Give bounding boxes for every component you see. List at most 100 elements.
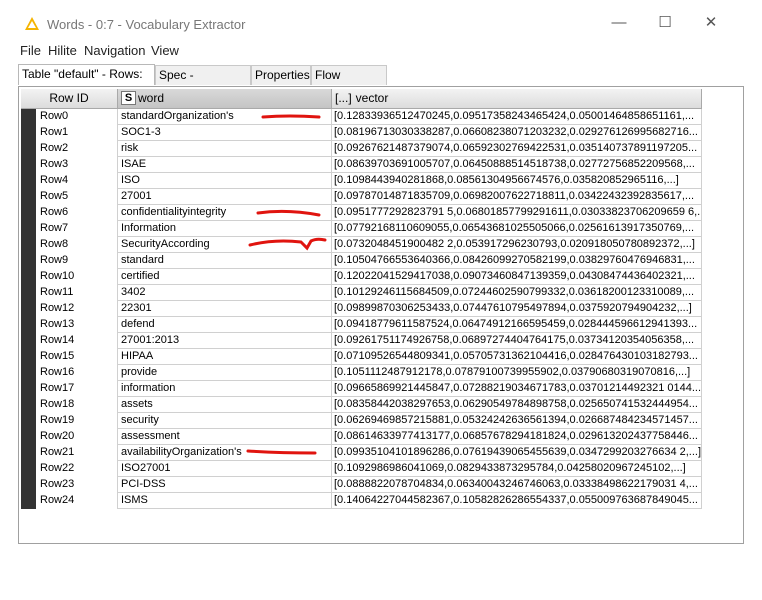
word-cell[interactable]: information — [118, 381, 332, 397]
vector-cell[interactable]: [0.08614633977413177,0.06857678294181824… — [332, 429, 702, 445]
vector-cell[interactable]: [0.07792168110609055,0.06543681025505066… — [332, 221, 702, 237]
vector-cell[interactable]: [0.1098443940281868,0.08561304956674576,… — [332, 173, 702, 189]
row-id-cell[interactable]: Row3 — [37, 157, 118, 173]
row-id-cell[interactable]: Row12 — [37, 301, 118, 317]
word-cell[interactable]: PCI-DSS — [118, 477, 332, 493]
row-id-cell[interactable]: Row23 — [37, 477, 118, 493]
table-row[interactable]: Row19 security [0.06269469857215881,0.0532… — [21, 413, 702, 429]
table-row[interactable]: Row3 ISAE [0.08639703691005707,0.064508885… — [21, 157, 702, 173]
word-cell[interactable]: HIPAA — [118, 349, 332, 365]
menu-file[interactable]: File — [20, 43, 41, 58]
vector-cell[interactable]: [0.09267621487379074,0.06592302769422531… — [332, 141, 702, 157]
vector-cell[interactable]: [0.1092986986041069,0.0829433873295784,0… — [332, 461, 702, 477]
table-row[interactable]: Row7 Information [0.07792168110609055,0.06… — [21, 221, 702, 237]
table-row[interactable]: Row22 ISO27001 [0.1092986986041069,0.08294… — [21, 461, 702, 477]
vector-cell[interactable]: [0.1051112487912178,0.07879100739955902,… — [332, 365, 702, 381]
word-cell[interactable]: standard — [118, 253, 332, 269]
word-cell[interactable]: confidentialityintegrity — [118, 205, 332, 221]
row-id-cell[interactable]: Row6 — [37, 205, 118, 221]
row-id-cell[interactable]: Row0 — [37, 109, 118, 125]
vector-cell[interactable]: [0.07109526544809341,0.05705731362104416… — [332, 349, 702, 365]
word-cell[interactable]: ISO27001 — [118, 461, 332, 477]
word-cell[interactable]: 27001:2013 — [118, 333, 332, 349]
word-cell[interactable]: standardOrganization's — [118, 109, 332, 125]
row-id-cell[interactable]: Row17 — [37, 381, 118, 397]
tab-flow-variables[interactable]: Flow Variables — [311, 65, 387, 100]
row-id-cell[interactable]: Row4 — [37, 173, 118, 189]
table-row[interactable]: Row17 information [0.09665869921445847,0.0… — [21, 381, 702, 397]
tab-table[interactable]: Table "default" - Rows: 25 — [18, 64, 155, 99]
vector-cell[interactable]: [0.0888822078704834,0.06340043246746063,… — [332, 477, 702, 493]
row-id-cell[interactable]: Row16 — [37, 365, 118, 381]
word-cell[interactable]: Information — [118, 221, 332, 237]
word-cell[interactable]: assessment — [118, 429, 332, 445]
table-row[interactable]: Row20 assessment [0.08614633977413177,0.06… — [21, 429, 702, 445]
row-id-cell[interactable]: Row21 — [37, 445, 118, 461]
close-button[interactable]: ✕ — [688, 8, 734, 38]
vector-cell[interactable]: [0.08358442038297653,0.06290549784898758… — [332, 397, 702, 413]
menu-hilite[interactable]: Hilite — [48, 43, 77, 58]
table-row[interactable]: Row23 PCI-DSS [0.0888822078704834,0.063400… — [21, 477, 702, 493]
row-id-cell[interactable]: Row14 — [37, 333, 118, 349]
word-cell[interactable]: security — [118, 413, 332, 429]
vector-cell[interactable]: [0.08196713030338287,0.06608238071203232… — [332, 125, 702, 141]
word-cell[interactable]: risk — [118, 141, 332, 157]
vector-cell[interactable]: [0.09787014871835709,0.06982007622718811… — [332, 189, 702, 205]
word-cell[interactable]: ISAE — [118, 157, 332, 173]
table-row[interactable]: Row16 provide [0.1051112487912178,0.078791… — [21, 365, 702, 381]
table-row[interactable]: Row15 HIPAA [0.07109526544809341,0.0570573… — [21, 349, 702, 365]
table-row[interactable]: Row2 risk [0.09267621487379074,0.065923027… — [21, 141, 702, 157]
table-row[interactable]: Row11 3402 [0.10129246115684509,0.07244602… — [21, 285, 702, 301]
vector-cell[interactable]: [0.09418779611587524,0.06474912166595459… — [332, 317, 702, 333]
row-id-cell[interactable]: Row10 — [37, 269, 118, 285]
word-cell[interactable]: SecurityAccording — [118, 237, 332, 253]
table-row[interactable]: Row10 certified [0.12022041529417038,0.090… — [21, 269, 702, 285]
table-row[interactable]: Row12 22301 [0.09899870306253433,0.0744761… — [21, 301, 702, 317]
table-row[interactable]: Row9 standard [0.10504766553640366,0.08426… — [21, 253, 702, 269]
row-id-cell[interactable]: Row19 — [37, 413, 118, 429]
table-row[interactable]: Row4 ISO [0.1098443940281868,0.08561304956… — [21, 173, 702, 189]
table-row[interactable]: Row21 availabilityOrganization's [0.099351… — [21, 445, 702, 461]
word-cell[interactable]: SOC1-3 — [118, 125, 332, 141]
word-cell[interactable]: provide — [118, 365, 332, 381]
word-cell[interactable]: 22301 — [118, 301, 332, 317]
row-id-cell[interactable]: Row13 — [37, 317, 118, 333]
word-cell[interactable]: ISMS — [118, 493, 332, 509]
tab-spec[interactable]: Spec - Columns: 2 — [155, 65, 251, 100]
tab-properties[interactable]: Properties — [251, 65, 311, 85]
vector-cell[interactable]: [0.09935104101896286,0.07619439065455639… — [332, 445, 702, 461]
word-cell[interactable]: assets — [118, 397, 332, 413]
word-cell[interactable]: 27001 — [118, 189, 332, 205]
row-id-cell[interactable]: Row1 — [37, 125, 118, 141]
table-row[interactable]: Row18 assets [0.08358442038297653,0.062905… — [21, 397, 702, 413]
vector-cell[interactable]: [0.0951777292823791 5,0.0680185779929161… — [332, 205, 702, 221]
row-id-cell[interactable]: Row24 — [37, 493, 118, 509]
table-row[interactable]: Row5 27001 [0.09787014871835709,0.06982007… — [21, 189, 702, 205]
row-id-cell[interactable]: Row8 — [37, 237, 118, 253]
column-header-word[interactable]: Sword — [118, 89, 332, 109]
row-id-cell[interactable]: Row22 — [37, 461, 118, 477]
vector-cell[interactable]: [0.0732048451900482 2,0.053917296230793,… — [332, 237, 702, 253]
row-id-cell[interactable]: Row11 — [37, 285, 118, 301]
row-id-cell[interactable]: Row18 — [37, 397, 118, 413]
row-id-cell[interactable]: Row9 — [37, 253, 118, 269]
table-row[interactable]: Row8 SecurityAccording [0.0732048451900482… — [21, 237, 702, 253]
vector-cell[interactable]: [0.09899870306253433,0.07447610795497894… — [332, 301, 702, 317]
minimize-button[interactable]: — — [596, 8, 642, 38]
table-row[interactable]: Row24 ISMS [0.14064227044582367,0.10582826… — [21, 493, 702, 509]
vector-cell[interactable]: [0.09261751174926758,0.06897274404764175… — [332, 333, 702, 349]
table-row[interactable]: Row1 SOC1-3 [0.08196713030338287,0.0660823… — [21, 125, 702, 141]
vector-cell[interactable]: [0.09665869921445847,0.07288219034671783… — [332, 381, 702, 397]
column-header-rowid[interactable]: Row ID — [21, 89, 118, 109]
word-cell[interactable]: defend — [118, 317, 332, 333]
row-id-cell[interactable]: Row7 — [37, 221, 118, 237]
row-id-cell[interactable]: Row2 — [37, 141, 118, 157]
vector-cell[interactable]: [0.08639703691005707,0.06450888514518738… — [332, 157, 702, 173]
row-id-cell[interactable]: Row15 — [37, 349, 118, 365]
vector-cell[interactable]: [0.14064227044582367,0.10582826286554337… — [332, 493, 702, 509]
menu-view[interactable]: View — [151, 43, 179, 58]
row-id-cell[interactable]: Row5 — [37, 189, 118, 205]
vector-cell[interactable]: [0.06269469857215881,0.05324242636561394… — [332, 413, 702, 429]
column-header-vector[interactable]: [...] vector — [332, 89, 702, 109]
word-cell[interactable]: 3402 — [118, 285, 332, 301]
